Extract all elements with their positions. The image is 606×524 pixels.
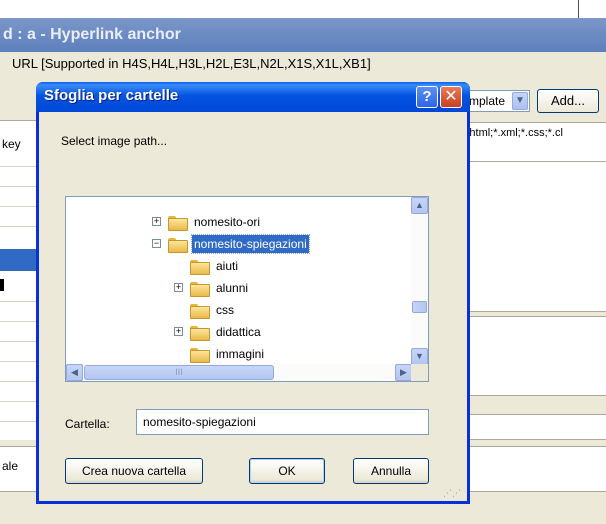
tree-item-label: immagini [216, 347, 265, 361]
scroll-right-icon[interactable]: ▶ [395, 364, 412, 381]
collapse-icon[interactable]: − [152, 239, 161, 248]
folder-icon [190, 348, 210, 363]
background-bottom-field[interactable] [446, 446, 606, 492]
folder-icon [168, 216, 188, 231]
folder-label: Cartella: [65, 417, 110, 431]
dialog-title: Sfoglia per cartelle [44, 87, 179, 104]
add-button[interactable]: Add... [537, 89, 599, 113]
horizontal-scrollbar[interactable]: ◀ III ▶ [66, 364, 412, 381]
help-icon[interactable]: ? [416, 86, 438, 108]
close-icon[interactable]: ✕ [440, 86, 462, 108]
tree-item-label: alunni [216, 281, 249, 295]
expand-icon[interactable]: + [174, 283, 183, 292]
folder-icon [190, 282, 210, 297]
resize-grip-icon[interactable]: ⋰⋰ [443, 488, 461, 499]
browse-folder-dialog: Sfoglia per cartelle ? ✕ Select image pa… [36, 82, 470, 504]
folder-icon [190, 260, 210, 275]
vertical-scroll-thumb[interactable] [412, 301, 427, 313]
chevron-down-icon[interactable]: ▼ [512, 92, 528, 110]
left-field-label: ale [2, 459, 19, 473]
tree-item-label: css [216, 303, 234, 317]
horizontal-scroll-thumb[interactable]: III [84, 365, 274, 380]
template-select[interactable]: mplate ▼ [466, 90, 530, 112]
folder-input[interactable] [136, 409, 429, 435]
dialog-prompt: Select image path... [61, 134, 168, 148]
desktop-top-strip [0, 0, 606, 18]
new-folder-button[interactable]: Crea nuova cartella [65, 458, 203, 484]
folder-icon [190, 326, 210, 341]
file-types-field[interactable]: ;*.html;*.xml;*.css;*.cl [459, 127, 563, 139]
background-left-list[interactable]: key [0, 120, 38, 440]
vertical-scrollbar[interactable]: ▲ ▼ [411, 197, 428, 365]
background-right-pane[interactable]: ;*.html;*.xml;*.css;*.cl [446, 122, 606, 440]
ok-button[interactable]: OK [249, 458, 325, 484]
folder-open-icon [168, 238, 188, 253]
dialog-body: Select image path... + nomesito-ori − no… [39, 112, 467, 501]
tree-item-label: nomesito-spiegazioni [191, 234, 310, 254]
folder-tree[interactable]: + nomesito-ori − nomesito-spiegazioni ai… [65, 196, 429, 382]
dialog-title-bar[interactable]: Sfoglia per cartelle ? ✕ [36, 82, 470, 112]
scroll-up-icon[interactable]: ▲ [411, 197, 428, 214]
url-label: URL [Supported in H4S,H4L,H3L,H2L,E3L,N2… [0, 52, 606, 76]
tree-item-label: didattica [216, 325, 261, 339]
expand-icon[interactable]: + [152, 217, 161, 226]
tree-item-label: aiuti [216, 259, 239, 273]
scroll-down-icon[interactable]: ▼ [411, 348, 428, 365]
left-list-label: key [2, 137, 21, 151]
folder-icon [190, 304, 210, 319]
background-window-title: d : a - Hyperlink anchor [0, 18, 606, 52]
expand-icon[interactable]: + [174, 327, 183, 336]
scroll-left-icon[interactable]: ◀ [66, 364, 83, 381]
background-left-field[interactable]: ale [0, 446, 38, 492]
cancel-button[interactable]: Annulla [353, 458, 429, 484]
tree-item-label: nomesito-ori [194, 215, 261, 229]
template-select-value: mplate [469, 94, 506, 108]
left-list-selected-row[interactable] [0, 249, 38, 271]
scrollbar-corner [411, 364, 428, 381]
